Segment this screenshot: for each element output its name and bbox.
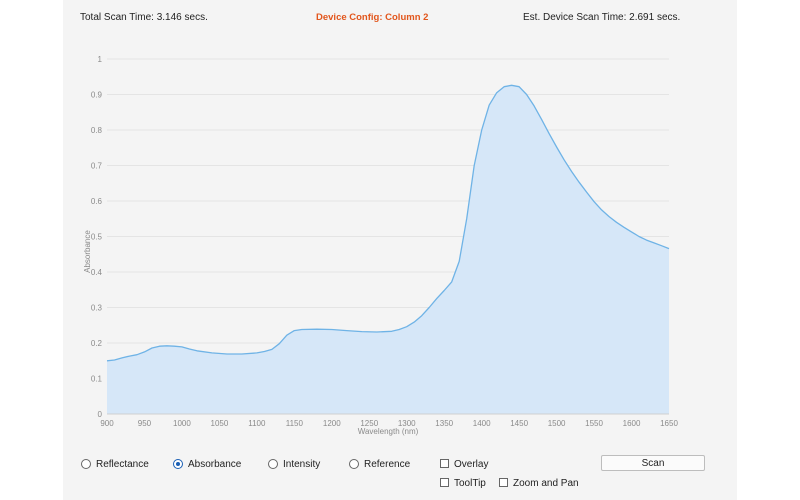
y-tick-label: 0.1: [91, 375, 103, 384]
radio-reference-label[interactable]: Reference: [364, 459, 410, 470]
x-tick-label: 1450: [510, 419, 528, 428]
y-tick-label: 0.2: [91, 339, 103, 348]
absorbance-chart[interactable]: 0 0.1 0.2 0.3 0.4 0.5 0.6 0.7 0.8 0.9 1 900 950 1000 1…: [0, 0, 800, 450]
y-tick-label: 0.4: [91, 268, 103, 277]
x-tick-label: 900: [100, 419, 114, 428]
x-tick-label: 1400: [473, 419, 491, 428]
y-axis-title: Absorbance: [83, 230, 92, 273]
x-tick-label: 950: [138, 419, 152, 428]
x-tick-label: 1550: [585, 419, 603, 428]
checkbox-tooltip-label[interactable]: ToolTip: [454, 478, 486, 489]
radio-absorbance[interactable]: [173, 459, 183, 469]
radio-intensity[interactable]: [268, 459, 278, 469]
x-tick-label: 1650: [660, 419, 678, 428]
x-tick-label: 1050: [211, 419, 229, 428]
checkbox-zoom-and-pan-label[interactable]: Zoom and Pan: [513, 478, 579, 489]
y-tick-label: 0: [98, 410, 103, 419]
checkbox-tooltip[interactable]: [440, 478, 449, 487]
x-tick-label: 1600: [623, 419, 641, 428]
checkbox-overlay-label[interactable]: Overlay: [454, 459, 488, 470]
x-tick-label: 1100: [248, 419, 266, 428]
y-tick-label: 0.3: [91, 304, 103, 313]
x-tick-label: 1200: [323, 419, 341, 428]
checkbox-zoom-and-pan[interactable]: [499, 478, 508, 487]
x-tick-label: 1500: [548, 419, 566, 428]
y-tick-label: 0.8: [91, 126, 103, 135]
y-tick-label: 0.9: [91, 91, 103, 100]
radio-reflectance-label[interactable]: Reflectance: [96, 459, 149, 470]
scan-button[interactable]: Scan: [601, 455, 705, 471]
y-tick-label: 0.5: [91, 233, 103, 242]
radio-absorbance-label[interactable]: Absorbance: [188, 459, 241, 470]
radio-reference[interactable]: [349, 459, 359, 469]
checkbox-overlay[interactable]: [440, 459, 449, 468]
x-tick-label: 1350: [435, 419, 453, 428]
x-tick-label: 1150: [286, 419, 304, 428]
radio-reflectance[interactable]: [81, 459, 91, 469]
radio-intensity-label[interactable]: Intensity: [283, 459, 320, 470]
x-axis-title: Wavelength (nm): [358, 427, 419, 436]
y-tick-label: 1: [98, 55, 103, 64]
y-tick-label: 0.6: [91, 197, 103, 206]
y-tick-label: 0.7: [91, 162, 103, 171]
series-area: [107, 85, 669, 415]
x-tick-label: 1000: [173, 419, 191, 428]
